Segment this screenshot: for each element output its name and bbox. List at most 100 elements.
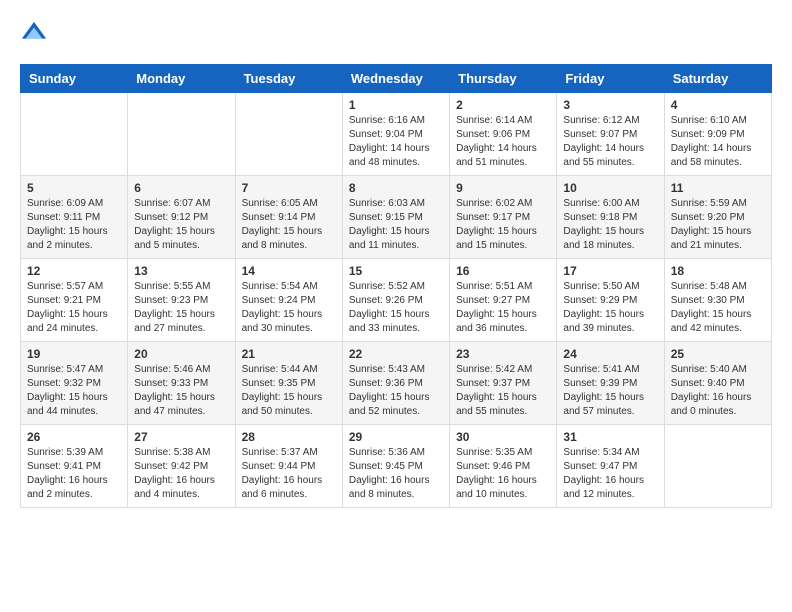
day-info: Sunrise: 5:51 AM Sunset: 9:27 PM Dayligh… — [456, 280, 550, 336]
calendar-cell: 8 Sunrise: 6:03 AM Sunset: 9:15 PM Daylig… — [342, 176, 449, 259]
calendar-cell: 22 Sunrise: 5:43 AM Sunset: 9:36 PM Dayli… — [342, 342, 449, 425]
calendar-header-sunday: Sunday — [21, 65, 128, 93]
day-info: Sunrise: 5:35 AM Sunset: 9:46 PM Dayligh… — [456, 446, 550, 502]
day-number: 17 — [563, 264, 657, 278]
day-number: 19 — [27, 347, 121, 361]
calendar-cell: 7 Sunrise: 6:05 AM Sunset: 9:14 PM Daylig… — [235, 176, 342, 259]
calendar-week-row: 5Sunrise: 6:09 AM Sunset: 9:11 PM Daylig… — [21, 176, 772, 259]
day-info: Sunrise: 5:34 AM Sunset: 9:47 PM Dayligh… — [563, 446, 657, 502]
day-number: 26 — [27, 430, 121, 444]
day-info: Sunrise: 5:36 AM Sunset: 9:45 PM Dayligh… — [349, 446, 443, 502]
day-number: 7 — [242, 181, 336, 195]
logo — [20, 20, 52, 48]
day-info: Sunrise: 5:52 AM Sunset: 9:26 PM Dayligh… — [349, 280, 443, 336]
day-number: 8 — [349, 181, 443, 195]
calendar-cell: 13 Sunrise: 5:55 AM Sunset: 9:23 PM Dayli… — [128, 259, 235, 342]
day-number: 6 — [134, 181, 228, 195]
day-number: 21 — [242, 347, 336, 361]
calendar-cell: 3Sunrise: 6:12 AM Sunset: 9:07 PM Daylig… — [557, 93, 664, 176]
day-info: Sunrise: 5:46 AM Sunset: 9:33 PM Dayligh… — [134, 363, 228, 419]
logo-icon — [20, 20, 48, 48]
day-info: Sunrise: 6:02 AM Sunset: 9:17 PM Dayligh… — [456, 197, 550, 253]
calendar-header-friday: Friday — [557, 65, 664, 93]
calendar-cell: 23Sunrise: 5:42 AM Sunset: 9:37 PM Dayli… — [450, 342, 557, 425]
day-info: Sunrise: 5:38 AM Sunset: 9:42 PM Dayligh… — [134, 446, 228, 502]
calendar-cell: 16 Sunrise: 5:51 AM Sunset: 9:27 PM Dayli… — [450, 259, 557, 342]
calendar-header-row: SundayMondayTuesdayWednesdayThursdayFrid… — [21, 65, 772, 93]
day-number: 2 — [456, 98, 550, 112]
calendar-week-row: 26 Sunrise: 5:39 AM Sunset: 9:41 PM Dayli… — [21, 425, 772, 508]
day-number: 14 — [242, 264, 336, 278]
calendar-header-monday: Monday — [128, 65, 235, 93]
day-info: Sunrise: 5:41 AM Sunset: 9:39 PM Dayligh… — [563, 363, 657, 419]
calendar-cell: 14 Sunrise: 5:54 AM Sunset: 9:24 PM Dayli… — [235, 259, 342, 342]
day-number: 1 — [349, 98, 443, 112]
day-number: 24 — [563, 347, 657, 361]
calendar-header-wednesday: Wednesday — [342, 65, 449, 93]
day-info: Sunrise: 5:48 AM Sunset: 9:30 PM Dayligh… — [671, 280, 765, 336]
day-number: 9 — [456, 181, 550, 195]
day-number: 4 — [671, 98, 765, 112]
day-number: 20 — [134, 347, 228, 361]
day-info: Sunrise: 6:10 AM Sunset: 9:09 PM Dayligh… — [671, 114, 765, 170]
day-info: Sunrise: 5:59 AM Sunset: 9:20 PM Dayligh… — [671, 197, 765, 253]
calendar-cell: 27 Sunrise: 5:38 AM Sunset: 9:42 PM Dayli… — [128, 425, 235, 508]
calendar-cell: 6 Sunrise: 6:07 AM Sunset: 9:12 PM Daylig… — [128, 176, 235, 259]
day-info: Sunrise: 5:43 AM Sunset: 9:36 PM Dayligh… — [349, 363, 443, 419]
calendar-cell: 26 Sunrise: 5:39 AM Sunset: 9:41 PM Dayli… — [21, 425, 128, 508]
calendar-cell: 28Sunrise: 5:37 AM Sunset: 9:44 PM Dayli… — [235, 425, 342, 508]
day-number: 3 — [563, 98, 657, 112]
calendar-cell: 15 Sunrise: 5:52 AM Sunset: 9:26 PM Dayli… — [342, 259, 449, 342]
day-info: Sunrise: 6:05 AM Sunset: 9:14 PM Dayligh… — [242, 197, 336, 253]
day-number: 29 — [349, 430, 443, 444]
day-number: 5 — [27, 181, 121, 195]
day-number: 10 — [563, 181, 657, 195]
day-number: 16 — [456, 264, 550, 278]
calendar-cell: 17 Sunrise: 5:50 AM Sunset: 9:29 PM Dayli… — [557, 259, 664, 342]
calendar-cell — [128, 93, 235, 176]
calendar-cell: 12Sunrise: 5:57 AM Sunset: 9:21 PM Dayli… — [21, 259, 128, 342]
calendar-cell: 24 Sunrise: 5:41 AM Sunset: 9:39 PM Dayli… — [557, 342, 664, 425]
day-number: 18 — [671, 264, 765, 278]
day-number: 11 — [671, 181, 765, 195]
calendar-cell: 18 Sunrise: 5:48 AM Sunset: 9:30 PM Dayli… — [664, 259, 771, 342]
calendar-week-row: 19 Sunrise: 5:47 AM Sunset: 9:32 PM Dayli… — [21, 342, 772, 425]
day-info: Sunrise: 6:14 AM Sunset: 9:06 PM Dayligh… — [456, 114, 550, 170]
calendar-cell — [664, 425, 771, 508]
page-header — [20, 20, 772, 48]
calendar-cell: 21 Sunrise: 5:44 AM Sunset: 9:35 PM Dayli… — [235, 342, 342, 425]
calendar-cell: 2 Sunrise: 6:14 AM Sunset: 9:06 PM Daylig… — [450, 93, 557, 176]
day-info: Sunrise: 5:55 AM Sunset: 9:23 PM Dayligh… — [134, 280, 228, 336]
calendar-cell: 4 Sunrise: 6:10 AM Sunset: 9:09 PM Daylig… — [664, 93, 771, 176]
day-info: Sunrise: 5:54 AM Sunset: 9:24 PM Dayligh… — [242, 280, 336, 336]
calendar-cell — [235, 93, 342, 176]
calendar-cell — [21, 93, 128, 176]
calendar-cell: 20 Sunrise: 5:46 AM Sunset: 9:33 PM Dayli… — [128, 342, 235, 425]
calendar-header-thursday: Thursday — [450, 65, 557, 93]
day-number: 13 — [134, 264, 228, 278]
day-info: Sunrise: 5:47 AM Sunset: 9:32 PM Dayligh… — [27, 363, 121, 419]
calendar-cell: 10 Sunrise: 6:00 AM Sunset: 9:18 PM Dayli… — [557, 176, 664, 259]
calendar-cell: 5Sunrise: 6:09 AM Sunset: 9:11 PM Daylig… — [21, 176, 128, 259]
day-info: Sunrise: 6:03 AM Sunset: 9:15 PM Dayligh… — [349, 197, 443, 253]
day-info: Sunrise: 6:07 AM Sunset: 9:12 PM Dayligh… — [134, 197, 228, 253]
calendar-week-row: 12Sunrise: 5:57 AM Sunset: 9:21 PM Dayli… — [21, 259, 772, 342]
calendar-cell: 19 Sunrise: 5:47 AM Sunset: 9:32 PM Dayli… — [21, 342, 128, 425]
day-number: 15 — [349, 264, 443, 278]
calendar-cell: 25Sunrise: 5:40 AM Sunset: 9:40 PM Dayli… — [664, 342, 771, 425]
day-info: Sunrise: 5:50 AM Sunset: 9:29 PM Dayligh… — [563, 280, 657, 336]
day-number: 12 — [27, 264, 121, 278]
day-info: Sunrise: 5:40 AM Sunset: 9:40 PM Dayligh… — [671, 363, 765, 419]
calendar-cell: 30Sunrise: 5:35 AM Sunset: 9:46 PM Dayli… — [450, 425, 557, 508]
calendar-cell: 29 Sunrise: 5:36 AM Sunset: 9:45 PM Dayli… — [342, 425, 449, 508]
day-info: Sunrise: 5:37 AM Sunset: 9:44 PM Dayligh… — [242, 446, 336, 502]
day-number: 27 — [134, 430, 228, 444]
day-number: 22 — [349, 347, 443, 361]
calendar-cell: 1Sunrise: 6:16 AM Sunset: 9:04 PM Daylig… — [342, 93, 449, 176]
day-info: Sunrise: 5:44 AM Sunset: 9:35 PM Dayligh… — [242, 363, 336, 419]
calendar-header-tuesday: Tuesday — [235, 65, 342, 93]
day-info: Sunrise: 5:39 AM Sunset: 9:41 PM Dayligh… — [27, 446, 121, 502]
day-info: Sunrise: 5:42 AM Sunset: 9:37 PM Dayligh… — [456, 363, 550, 419]
day-info: Sunrise: 6:00 AM Sunset: 9:18 PM Dayligh… — [563, 197, 657, 253]
calendar-cell: 9 Sunrise: 6:02 AM Sunset: 9:17 PM Daylig… — [450, 176, 557, 259]
